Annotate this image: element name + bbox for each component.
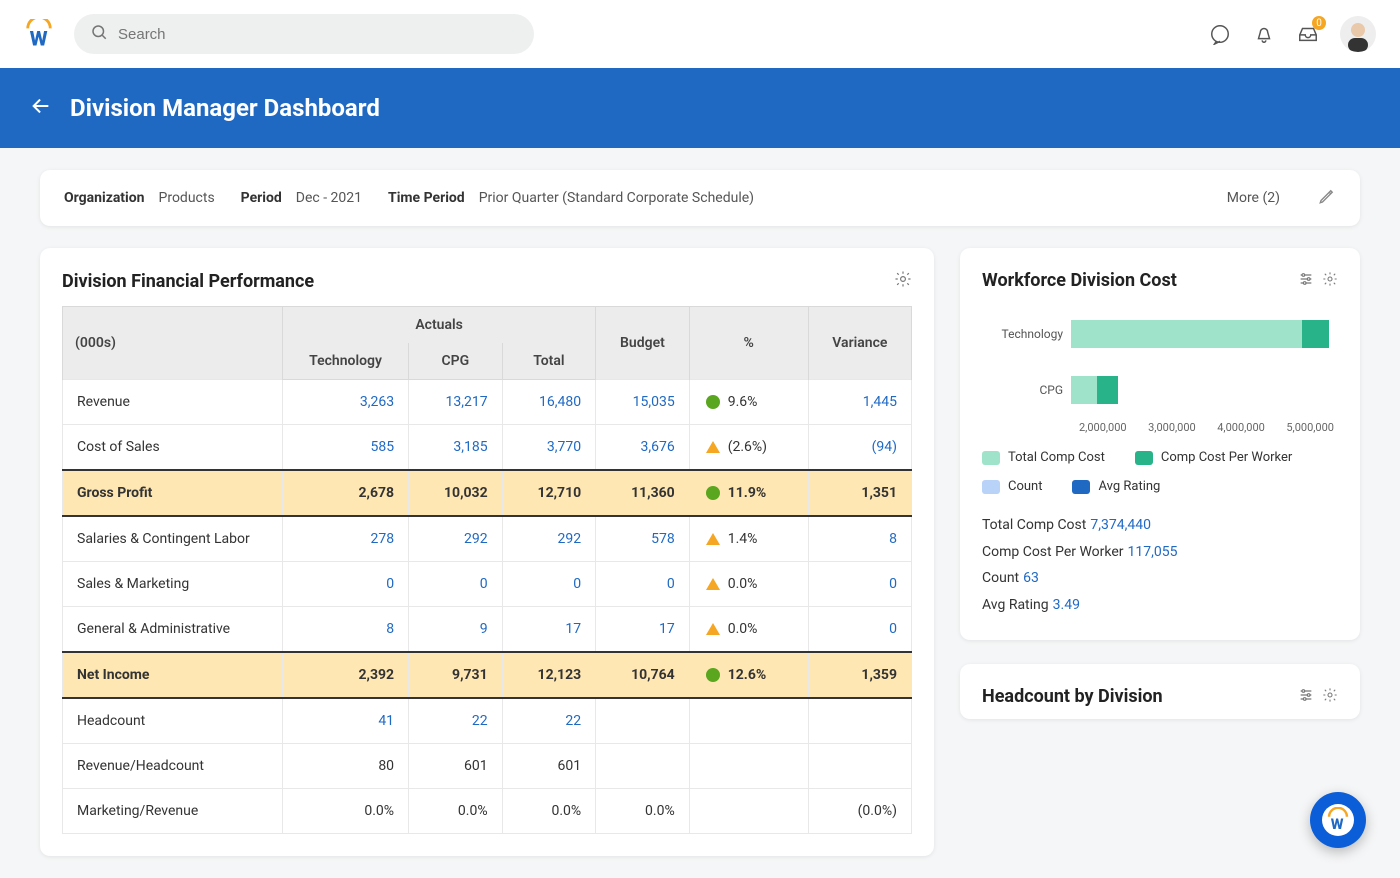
bell-icon[interactable] — [1252, 22, 1276, 46]
workforce-title: Workforce Division Cost — [982, 270, 1177, 291]
gear-icon[interactable] — [1322, 271, 1338, 291]
filter-org-label: Organization — [64, 190, 145, 206]
table-row: Gross Profit2,67810,03212,71011,36011.9%… — [63, 470, 912, 516]
table-row: Salaries & Contingent Labor2782922925781… — [63, 516, 912, 562]
inbox-icon[interactable]: 0 — [1296, 22, 1320, 46]
filter-org-value[interactable]: Products — [159, 190, 215, 206]
filter-time-value[interactable]: Prior Quarter (Standard Corporate Schedu… — [479, 190, 754, 206]
svg-text:W: W — [30, 27, 48, 49]
filter-period-label: Period — [241, 190, 282, 206]
col-header-pct: % — [689, 307, 808, 380]
table-row: Marketing/Revenue0.0%0.0%0.0%0.0%(0.0%) — [63, 789, 912, 834]
legend-item[interactable]: Avg Rating — [1072, 479, 1160, 494]
summary-row: Count63 — [982, 565, 1338, 592]
search-icon — [90, 23, 108, 45]
chart-axis: 2,000,000 3,000,000 4,000,000 5,000,000 — [1079, 421, 1334, 434]
inbox-badge: 0 — [1312, 16, 1326, 30]
col-header-cpg: CPG — [409, 343, 503, 380]
table-row: Net Income2,3929,73112,12310,76412.6%1,3… — [63, 652, 912, 698]
col-header-actuals: Actuals — [283, 307, 596, 344]
financial-card: Division Financial Performance (000s) Ac… — [40, 248, 934, 856]
filter-more[interactable]: More (2) — [1227, 190, 1280, 206]
summary-row: Avg Rating3.49 — [982, 592, 1338, 619]
table-row: General & Administrative8917170.0%0 — [63, 607, 912, 653]
workforce-card: Workforce Division Cost Technology CPG — [960, 248, 1360, 640]
financial-title: Division Financial Performance — [62, 271, 314, 292]
filter-time-label: Time Period — [388, 190, 465, 206]
avatar[interactable] — [1340, 16, 1376, 52]
topbar: W 0 — [0, 0, 1400, 68]
assistant-fab[interactable]: W — [1310, 792, 1366, 848]
table-row: Sales & Marketing00000.0%0 — [63, 562, 912, 607]
legend-item[interactable]: Comp Cost Per Worker — [1135, 450, 1292, 465]
headcount-card: Headcount by Division — [960, 664, 1360, 719]
chart-bar-cpg: CPG — [986, 365, 1334, 415]
headcount-title: Headcount by Division — [982, 686, 1163, 707]
col-header-total: Total — [502, 343, 596, 380]
workforce-chart: Technology CPG 2,000,000 3,000,000 4,000… — [986, 309, 1334, 434]
chart-bar-technology: Technology — [986, 309, 1334, 359]
gear-icon[interactable] — [894, 270, 912, 292]
sliders-icon[interactable] — [1298, 271, 1314, 291]
edit-filters-icon[interactable] — [1318, 187, 1336, 209]
col-header-budget: Budget — [596, 307, 690, 380]
workday-logo[interactable]: W — [24, 19, 54, 49]
workforce-summary: Total Comp Cost7,374,440Comp Cost Per Wo… — [982, 512, 1338, 618]
table-row: Revenue3,26313,21716,48015,0359.6%1,445 — [63, 380, 912, 425]
legend-item[interactable]: Count — [982, 479, 1042, 494]
page-header: Division Manager Dashboard — [0, 68, 1400, 148]
chart-legend: Total Comp Cost Comp Cost Per Worker Count… — [982, 450, 1338, 494]
back-arrow-icon[interactable] — [30, 95, 52, 121]
financial-table: (000s) Actuals Budget % Variance Technol… — [62, 306, 912, 834]
summary-row: Total Comp Cost7,374,440 — [982, 512, 1338, 539]
workday-mini-logo: W — [1322, 804, 1354, 836]
summary-row: Comp Cost Per Worker117,055 — [982, 539, 1338, 566]
search-box[interactable] — [74, 14, 534, 54]
col-header-000s: (000s) — [63, 307, 283, 380]
table-row: Headcount412222 — [63, 698, 912, 744]
table-row: Revenue/Headcount80601601 — [63, 744, 912, 789]
table-row: Cost of Sales5853,1853,7703,676(2.6%)(94… — [63, 425, 912, 471]
col-header-tech: Technology — [283, 343, 409, 380]
col-header-variance: Variance — [808, 307, 911, 380]
sliders-icon[interactable] — [1298, 687, 1314, 707]
gear-icon[interactable] — [1322, 687, 1338, 707]
page-title: Division Manager Dashboard — [70, 94, 380, 122]
chat-icon[interactable] — [1208, 22, 1232, 46]
search-input[interactable] — [118, 26, 518, 43]
filter-bar: Organization Products Period Dec - 2021 … — [40, 170, 1360, 226]
legend-item[interactable]: Total Comp Cost — [982, 450, 1105, 465]
svg-text:W: W — [1331, 815, 1344, 833]
filter-period-value[interactable]: Dec - 2021 — [296, 190, 362, 206]
